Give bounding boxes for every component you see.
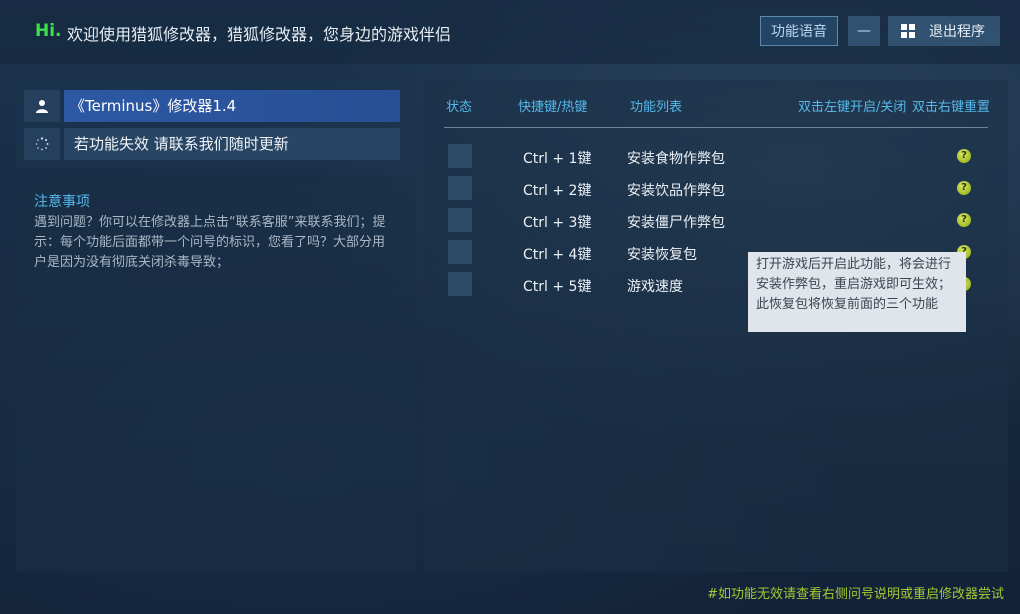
help-icon[interactable]: ? (957, 213, 971, 227)
hint-left-click: 双击左键开启/关闭 (798, 100, 907, 115)
minimize-button[interactable]: — (848, 16, 880, 46)
exit-button[interactable]: 退出程序 (888, 16, 1000, 46)
voice-button[interactable]: 功能语音 (760, 16, 838, 46)
welcome-text: 欢迎使用猎狐修改器，猎狐修改器，您身边的游戏伴侣 (67, 25, 452, 44)
column-hotkey: 快捷键/热键 (518, 100, 588, 115)
function-row[interactable]: Ctrl + 2键 安装饮品作弊包 ? (424, 176, 1008, 202)
footer-hint: #如功能无效请查看右侧问号说明或重启修改器尝试 (707, 587, 1004, 602)
update-notice-text: 若功能失效 请联系我们随时更新 (64, 128, 400, 160)
user-icon (24, 90, 60, 122)
function-label: 安装恢复包 (627, 247, 697, 263)
game-info-panel: 《Terminus》修改器1.4 若功能失效 请联系我们随时更新 (16, 80, 416, 168)
function-label: 安装饮品作弊包 (627, 183, 725, 199)
function-row[interactable]: Ctrl + 1键 安装食物作弊包 ? (424, 144, 1008, 170)
function-label: 游戏速度 (627, 279, 683, 295)
status-toggle[interactable] (448, 144, 472, 168)
help-icon[interactable]: ? (957, 181, 971, 195)
notes-body: 遇到问题？你可以在修改器上点击“联系客服”来联系我们；提示：每个功能后面都带一个… (34, 215, 386, 270)
game-title: 《Terminus》修改器1.4 (64, 90, 400, 122)
function-label: 安装僵尸作弊包 (627, 215, 725, 231)
game-title-row[interactable]: 《Terminus》修改器1.4 (24, 90, 400, 122)
exit-button-label: 退出程序 (929, 24, 985, 40)
help-icon[interactable]: ? (957, 149, 971, 163)
status-toggle[interactable] (448, 240, 472, 264)
hotkey-label: Ctrl + 4键 (523, 247, 592, 263)
column-status: 状态 (446, 100, 473, 115)
column-functions: 功能列表 (630, 100, 683, 115)
hotkey-label: Ctrl + 3键 (523, 215, 592, 231)
notes-title: 注意事项 (34, 194, 90, 210)
hotkey-label: Ctrl + 2键 (523, 183, 592, 199)
notes-panel: 注意事项 遇到问题？你可以在修改器上点击“联系客服”来联系我们；提示：每个功能后… (16, 176, 416, 572)
update-notice-row[interactable]: 若功能失效 请联系我们随时更新 (24, 128, 400, 160)
hint-right-click: 双击右键重置 (912, 100, 991, 115)
hotkey-label: Ctrl + 1键 (523, 151, 592, 167)
function-row[interactable]: Ctrl + 3键 安装僵尸作弊包 ? (424, 208, 1008, 234)
status-toggle[interactable] (448, 208, 472, 232)
status-toggle[interactable] (448, 176, 472, 200)
help-tooltip: 打开游戏后开启此功能，将会进行安装作弊包，重启游戏即可生效；此恢复包将恢复前面的… (748, 252, 966, 332)
loading-icon (24, 128, 60, 160)
status-toggle[interactable] (448, 272, 472, 296)
function-label: 安装食物作弊包 (627, 151, 725, 167)
windows-icon (901, 24, 915, 38)
header-divider (444, 127, 988, 128)
hotkey-label: Ctrl + 5键 (523, 279, 592, 295)
header-bar: Hi. 欢迎使用猎狐修改器，猎狐修改器，您身边的游戏伴侣 功能语音 — 退出程序 (0, 0, 1020, 64)
hi-greeting: Hi. (35, 21, 62, 41)
